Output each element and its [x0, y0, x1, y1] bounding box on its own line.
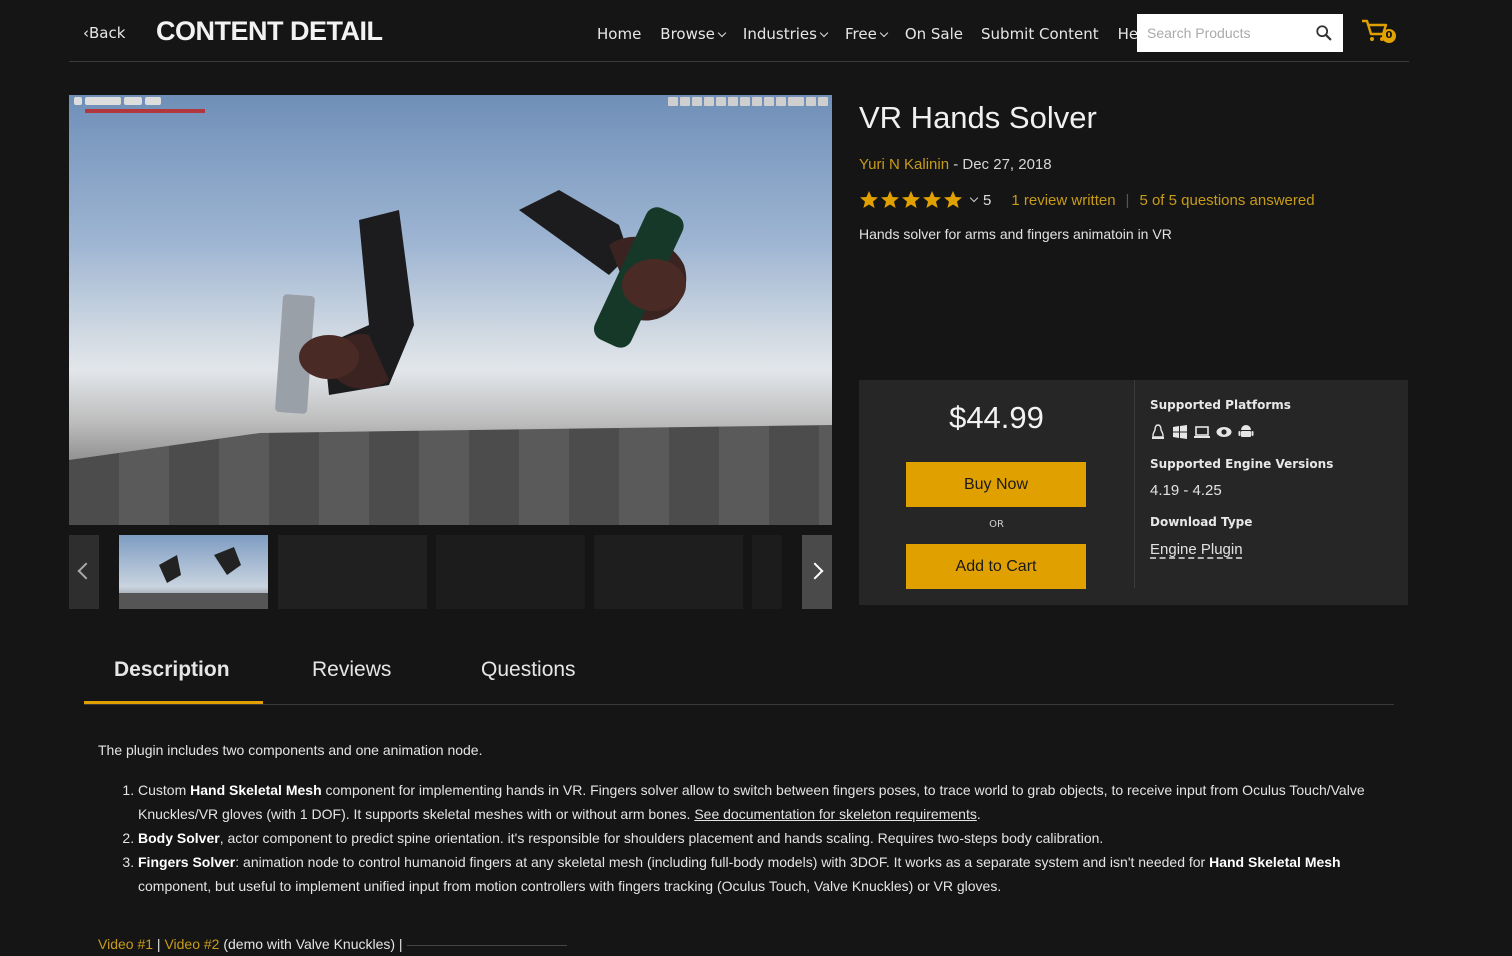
thumbnail-strip — [69, 535, 832, 609]
chevron-right-icon — [806, 562, 824, 580]
thumbnail-3[interactable] — [436, 535, 585, 609]
rating-count: 5 — [983, 191, 992, 209]
cart-count-badge: 0 — [1382, 29, 1396, 43]
feature-list: Custom Hand Skeletal Mesh component for … — [98, 778, 1388, 898]
search-icon[interactable] — [1315, 24, 1333, 42]
or-separator: OR — [989, 519, 1004, 530]
star-icon — [881, 191, 899, 208]
star-icon — [902, 191, 920, 208]
description-intro: The plugin includes two components and o… — [98, 742, 483, 758]
platforms-label: Supported Platforms — [1150, 398, 1291, 412]
divider — [1134, 380, 1135, 588]
tab-questions[interactable]: Questions — [481, 658, 576, 682]
star-icon — [944, 191, 962, 208]
star-icon — [860, 191, 878, 208]
embed-placeholder — [406, 944, 567, 946]
product-tagline: Hands solver for arms and fingers animat… — [859, 226, 1172, 242]
chevron-down-icon[interactable] — [969, 193, 979, 203]
list-item: Body Solver, actor component to predict … — [138, 826, 1388, 850]
divider: | — [153, 936, 165, 952]
download-type-label: Download Type — [1150, 515, 1253, 529]
nav-home[interactable]: Home — [597, 25, 641, 43]
product-title: VR Hands Solver — [859, 100, 1097, 135]
thumbnail-image — [119, 547, 268, 609]
search-box — [1137, 14, 1343, 52]
chevron-down-icon — [819, 28, 829, 37]
engine-versions-value: 4.19 - 4.25 — [1150, 482, 1222, 499]
star-icon — [923, 191, 941, 208]
description-body: The plugin includes two components and o… — [98, 738, 1388, 898]
rating-line: 5 1 review written | 5 of 5 questions an… — [859, 190, 1315, 210]
page-title: CONTENT DETAIL — [156, 16, 383, 46]
back-link[interactable]: ‹Back — [83, 24, 125, 42]
video-2-link[interactable]: Video #2 — [164, 936, 219, 952]
nav-on-sale[interactable]: On Sale — [905, 25, 963, 43]
nav-label: Browse — [660, 25, 715, 43]
thumbnail-prev-button[interactable] — [69, 535, 99, 609]
nav-label: On Sale — [904, 25, 964, 43]
add-to-cart-button[interactable]: Add to Cart — [906, 544, 1086, 589]
video-2-note: (demo with Valve Knuckles) | — [219, 936, 403, 952]
list-item: Custom Hand Skeletal Mesh component for … — [138, 778, 1388, 826]
chevron-left-icon — [77, 562, 95, 580]
thumbnail-2[interactable] — [278, 535, 427, 609]
main-nav: Home Browse Industries Free On Sale Subm… — [597, 25, 1152, 43]
nav-label: Free — [844, 25, 877, 43]
back-label: Back — [89, 24, 126, 42]
android-icon — [1238, 425, 1254, 437]
nav-browse[interactable]: Browse — [660, 25, 727, 43]
search-input[interactable] — [1137, 14, 1307, 52]
video-1-link[interactable]: Video #1 — [98, 936, 153, 952]
video-links: Video #1 | Video #2 (demo with Valve Knu… — [98, 936, 567, 952]
nav-label: Home — [597, 25, 642, 43]
reviews-link[interactable]: 1 review written — [1011, 192, 1115, 209]
engine-versions-label: Supported Engine Versions — [1150, 457, 1334, 471]
purchase-panel: $44.99 Buy Now OR Add to Cart Supported … — [859, 380, 1408, 605]
rating-stars[interactable] — [859, 190, 963, 210]
windows-icon — [1173, 425, 1187, 439]
nav-submit-content[interactable]: Submit Content — [981, 25, 1099, 43]
download-type-link[interactable]: Engine Plugin — [1150, 541, 1243, 558]
thumbnail-4[interactable] — [594, 535, 743, 609]
chevron-down-icon — [717, 28, 727, 37]
nav-label: Submit Content — [981, 25, 1099, 43]
thumbnail-next-button[interactable] — [802, 535, 832, 609]
divider: | — [1125, 191, 1130, 209]
tab-reviews[interactable]: Reviews — [312, 658, 391, 682]
documentation-link[interactable]: See documentation for skeleton requireme… — [694, 806, 977, 822]
buy-now-button[interactable]: Buy Now — [906, 462, 1086, 507]
active-tab-indicator — [84, 701, 263, 704]
questions-link[interactable]: 5 of 5 questions answered — [1139, 192, 1314, 209]
author-link[interactable]: Yuri N Kalinin — [859, 156, 949, 173]
tab-description[interactable]: Description — [114, 658, 230, 682]
linux-icon — [1152, 424, 1164, 439]
thumbnail-5[interactable] — [752, 535, 782, 609]
product-main-image[interactable] — [69, 95, 832, 525]
price: $44.99 — [949, 400, 1044, 435]
thumbnail-1[interactable] — [119, 535, 268, 609]
vr-hands-illustration — [275, 190, 687, 414]
release-date: - Dec 27, 2018 — [953, 156, 1052, 173]
nav-free[interactable]: Free — [844, 25, 889, 43]
mac-icon — [1194, 426, 1210, 438]
vr-icon — [1216, 427, 1232, 437]
list-item: Fingers Solver: animation node to contro… — [138, 850, 1388, 898]
chevron-down-icon — [879, 28, 889, 37]
nav-label: Industries — [742, 25, 817, 43]
content-tabs: Description Reviews Questions — [84, 638, 1394, 705]
nav-industries[interactable]: Industries — [742, 25, 829, 43]
platform-icons — [1150, 424, 1254, 440]
author-line: Yuri N Kalinin - Dec 27, 2018 — [859, 156, 1052, 173]
top-header: ‹Back CONTENT DETAIL Home Browse Industr… — [69, 0, 1409, 62]
